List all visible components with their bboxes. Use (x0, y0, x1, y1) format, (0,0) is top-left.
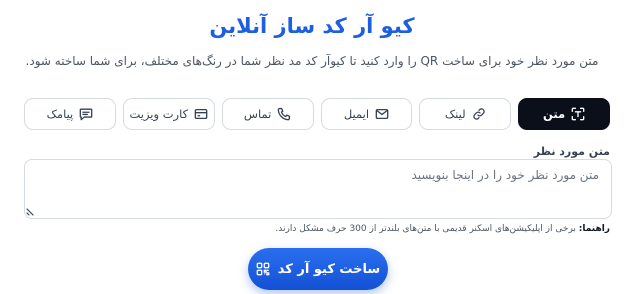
hint-body: برخی از اپلیکیشن‌های اسکنر قدیمی با متن‌… (275, 224, 576, 234)
page-subtitle: متن مورد نظر خود برای ساخت QR را وارد کن… (25, 54, 599, 68)
text-scan-icon (571, 107, 585, 121)
hint-title: راهنما: (578, 224, 610, 234)
tab-business-card[interactable]: کارت ویزیت (122, 98, 215, 130)
tab-text[interactable]: متن (518, 98, 610, 130)
card-icon (194, 108, 208, 120)
mail-icon (375, 108, 389, 120)
tab-phone[interactable]: تماس (221, 98, 314, 130)
tab-link-label: لینک (444, 107, 466, 121)
tab-business-card-label: کارت ویزیت (129, 107, 189, 121)
page-title: کیو آر کد ساز آنلاین (209, 14, 415, 38)
generate-qr-button[interactable]: ساخت کیو آر کد (248, 248, 388, 290)
qr-code-icon (256, 262, 270, 276)
tab-sms-label: پیامک (46, 107, 74, 121)
tab-link[interactable]: لینک (419, 98, 512, 130)
resize-handle-icon[interactable] (26, 206, 36, 216)
generate-qr-button-label: ساخت کیو آر کد (277, 261, 381, 277)
text-input[interactable] (24, 159, 612, 219)
tab-email[interactable]: ایمیل (320, 98, 413, 130)
qr-type-tabs: متن لینک ایمیل تماس کارت ویزیت پیامک (24, 98, 610, 130)
message-icon (79, 108, 93, 121)
text-field-label: متن مورد نظر (533, 145, 610, 158)
hint-text: راهنما: برخی از اپلیکیشن‌های اسکنر قدیمی… (275, 224, 610, 234)
phone-icon (277, 107, 291, 121)
tab-email-label: ایمیل (343, 107, 370, 121)
tab-text-label: متن (543, 107, 566, 121)
tab-sms[interactable]: پیامک (24, 98, 116, 130)
tab-phone-label: تماس (243, 107, 272, 121)
link-icon (472, 108, 485, 120)
